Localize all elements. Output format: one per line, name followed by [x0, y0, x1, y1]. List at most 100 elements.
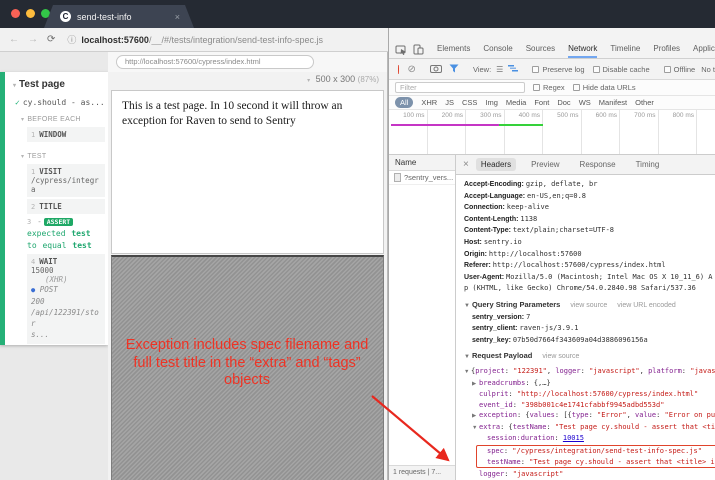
inspect-element-icon[interactable]: [395, 44, 407, 55]
devtools-tab-console[interactable]: Console: [483, 40, 512, 58]
type-filter-font[interactable]: Font: [534, 98, 549, 107]
viewport-size-menu[interactable]: ▾ 500 x 300 (87%): [307, 74, 379, 84]
command-wait[interactable]: 4WAIT 15000 (XHR) ● POST200/api/122391/s…: [27, 254, 105, 344]
network-overview-timeline[interactable]: 100 ms200 ms300 ms400 ms500 ms600 ms700 …: [389, 110, 715, 155]
devtools-tab-network[interactable]: Network: [568, 40, 597, 58]
xhr-label: (XHR): [31, 275, 101, 284]
regex-checkbox[interactable]: Regex: [533, 83, 565, 92]
header-item: Accept-Language: en-US,en;q=0.8: [464, 191, 715, 203]
forward-icon[interactable]: →: [28, 34, 38, 45]
hide-data-urls-checkbox[interactable]: Hide data URLs: [573, 83, 636, 92]
reload-icon[interactable]: ⟳: [47, 34, 55, 45]
command-assert[interactable]: 3-ASSERT expected test to equal test: [27, 217, 105, 252]
filter-funnel-icon[interactable]: [449, 64, 459, 75]
type-filter-ws[interactable]: WS: [579, 98, 591, 107]
tab-close-icon[interactable]: ×: [175, 12, 180, 22]
view-label: View:: [473, 65, 491, 74]
request-name-column: Name ?sentry_vers... 1 requests | 7...: [389, 155, 456, 480]
page-info-icon[interactable]: ⓘ: [67, 33, 76, 46]
preserve-log-checkbox[interactable]: Preserve log: [532, 65, 584, 74]
window-minimize-button[interactable]: [26, 9, 35, 18]
offline-checkbox[interactable]: Offline: [664, 65, 696, 74]
view-source-link[interactable]: view source: [542, 353, 579, 360]
type-filter-img[interactable]: Img: [485, 98, 498, 107]
clear-icon[interactable]: ⊘: [407, 64, 415, 75]
window-close-button[interactable]: [11, 9, 20, 18]
payload-line[interactable]: spec: "/cypress/integration/send-test-in…: [480, 446, 715, 457]
waterfall-view-icon[interactable]: [508, 64, 518, 74]
list-view-icon[interactable]: ☰: [496, 65, 503, 74]
aut-iframe: This is a test page. In 10 second it wil…: [111, 90, 384, 254]
type-filter-css[interactable]: CSS: [462, 98, 477, 107]
checkbox-icon[interactable]: [664, 66, 671, 73]
checkbox-icon[interactable]: [533, 84, 540, 91]
type-filter-media[interactable]: Media: [506, 98, 526, 107]
filter-input[interactable]: [395, 82, 525, 93]
triangle-right-icon[interactable]: ▶: [472, 411, 479, 422]
devtools-tab-profiles[interactable]: Profiles: [653, 40, 680, 58]
type-filter-all[interactable]: All: [395, 97, 413, 108]
request-row[interactable]: ?sentry_vers...: [389, 171, 455, 185]
xhr-request-row[interactable]: ● POST200/api/122391/stors...: [31, 284, 101, 341]
payload-line[interactable]: ▼{project: "122391", logger: "javascript…: [464, 366, 715, 378]
back-icon[interactable]: ←: [9, 34, 19, 45]
aut-url[interactable]: http://localhost:57600/cypress/index.htm…: [116, 55, 314, 69]
screenshot-capture-icon[interactable]: [430, 64, 442, 75]
payload-line[interactable]: ▶breadcrumbs: {,…}: [472, 378, 715, 390]
triangle-right-icon[interactable]: ▶: [472, 379, 479, 390]
name-column-header[interactable]: Name: [389, 155, 455, 171]
browser-tab[interactable]: C send-test-info ×: [44, 5, 194, 28]
type-filter-other[interactable]: Other: [635, 98, 654, 107]
disable-cache-checkbox[interactable]: Disable cache: [593, 65, 650, 74]
details-tab-preview[interactable]: Preview: [526, 158, 564, 171]
before-each-section-label[interactable]: ▾BEFORE EACH: [5, 107, 108, 126]
checkbox-icon[interactable]: [593, 66, 600, 73]
url-path[interactable]: /__/#/tests/integration/send-test-info-s…: [149, 35, 323, 45]
query-string-section-header[interactable]: ▼Query String Parametersview sourceview …: [464, 300, 715, 312]
payload-segment: :: [504, 470, 512, 478]
timeline-tick: 600 ms: [582, 110, 621, 154]
checkbox-icon[interactable]: [573, 84, 580, 91]
payload-segment: type: [572, 411, 589, 419]
timeline-tick: 300 ms: [466, 110, 505, 154]
payload-line[interactable]: ▼extra: {testName: "Test page cy.should …: [472, 422, 715, 434]
snapshot-overlay: Exception includes spec filename and ful…: [111, 255, 384, 480]
spec-title[interactable]: ▾Test page: [5, 72, 108, 90]
url-host[interactable]: localhost:57600: [81, 35, 149, 45]
type-filter-xhr[interactable]: XHR: [421, 98, 437, 107]
details-tab-response[interactable]: Response: [575, 158, 621, 171]
devtools-tab-elements[interactable]: Elements: [437, 40, 470, 58]
test-section-label[interactable]: ▾TEST: [5, 144, 108, 163]
payload-line[interactable]: logger: "javascript": [472, 469, 715, 480]
payload-line[interactable]: event_id: "398b001c4e1741cfabbf9945adbd5…: [472, 400, 715, 411]
payload-segment: values: [530, 411, 555, 419]
details-tab-timing[interactable]: Timing: [631, 158, 665, 171]
payload-line[interactable]: testName: "Test page cy.should - assert …: [480, 457, 715, 468]
throttling-select[interactable]: No t: [701, 65, 715, 74]
payload-line[interactable]: culprit: "http://localhost:57600/cypress…: [472, 389, 715, 400]
view-url-encoded-link[interactable]: view URL encoded: [617, 302, 676, 309]
annotation-highlight-box: spec: "/cypress/integration/send-test-in…: [476, 445, 715, 468]
view-source-link[interactable]: view source: [570, 302, 607, 309]
command-window[interactable]: 1WINDOW: [27, 127, 105, 142]
triangle-down-icon[interactable]: ▼: [472, 423, 479, 434]
checkbox-icon[interactable]: [532, 66, 539, 73]
type-filter-js[interactable]: JS: [445, 98, 454, 107]
details-tab-headers[interactable]: Headers: [476, 158, 516, 171]
request-payload-section-header[interactable]: ▼Request Payloadview source: [464, 351, 715, 363]
devtools-tab-timeline[interactable]: Timeline: [610, 40, 640, 58]
payload-segment: "Test page cy.should - assert that <titl…: [529, 458, 715, 466]
devtools-tab-sources[interactable]: Sources: [526, 40, 555, 58]
triangle-down-icon[interactable]: ▼: [464, 367, 471, 378]
timeline-tick: 700 ms: [620, 110, 659, 154]
devtools-tab-application[interactable]: Application: [693, 40, 715, 58]
command-visit[interactable]: 1VISIT /cypress/integra: [27, 164, 105, 197]
close-details-icon[interactable]: ×: [463, 159, 469, 170]
type-filter-doc[interactable]: Doc: [557, 98, 570, 107]
test-result-row[interactable]: ✓cy.should - as...: [5, 90, 108, 107]
device-toolbar-icon[interactable]: [413, 44, 424, 55]
command-title[interactable]: 2TITLE: [27, 199, 105, 214]
payload-line[interactable]: ▶exception: {values: [{type: "Error", va…: [472, 410, 715, 422]
type-filter-manifest[interactable]: Manifest: [599, 98, 627, 107]
payload-line[interactable]: session:duration: 10015: [480, 433, 715, 444]
